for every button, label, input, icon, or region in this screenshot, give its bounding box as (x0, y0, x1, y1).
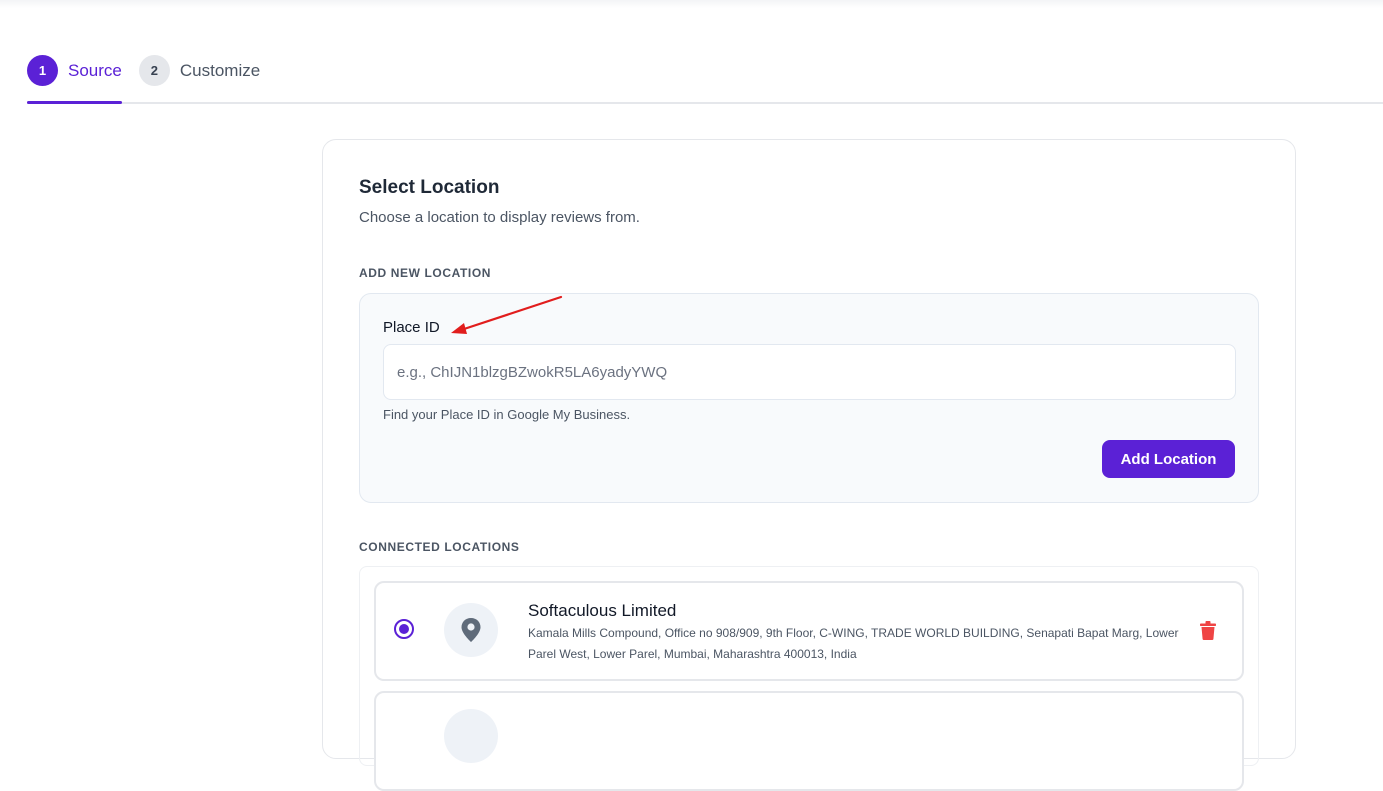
map-pin-icon (461, 618, 481, 642)
top-bar (0, 0, 1383, 8)
step-label: Source (68, 60, 122, 80)
location-item[interactable]: Softaculous Limited Kamala Mills Compoun… (374, 581, 1244, 681)
annotation-arrow-icon (451, 295, 563, 334)
card-title: Select Location (359, 177, 500, 198)
stepper: 1 Source 2 Customize (27, 55, 1383, 104)
connected-locations-section-label: CONNECTED LOCATIONS (359, 540, 520, 554)
location-avatar (444, 709, 498, 763)
location-item[interactable] (374, 691, 1244, 791)
add-location-section-label: ADD NEW LOCATION (359, 266, 492, 280)
step-source[interactable]: 1 Source (27, 55, 122, 104)
place-id-label: Place ID (383, 319, 440, 336)
card-subtitle: Choose a location to display reviews fro… (359, 209, 640, 226)
step-number: 2 (138, 55, 170, 86)
location-name: Softaculous Limited (528, 601, 677, 620)
location-radio[interactable] (394, 619, 414, 639)
location-address: Kamala Mills Compound, Office no 908/909… (528, 626, 1179, 661)
select-location-card: Select Location Choose a location to dis… (322, 139, 1296, 791)
place-id-hint: Find your Place ID in Google My Business… (383, 407, 631, 422)
place-id-input[interactable] (383, 344, 1236, 400)
connected-locations-list: Softaculous Limited Kamala Mills Compoun… (359, 566, 1259, 791)
step-customize[interactable]: 2 Customize (138, 55, 261, 102)
add-location-button[interactable]: Add Location (1102, 440, 1235, 478)
step-number: 1 (27, 55, 58, 86)
radio-selected-dot (399, 624, 409, 634)
location-avatar (444, 603, 498, 657)
trash-icon[interactable] (1200, 621, 1216, 640)
step-label: Customize (179, 60, 261, 80)
